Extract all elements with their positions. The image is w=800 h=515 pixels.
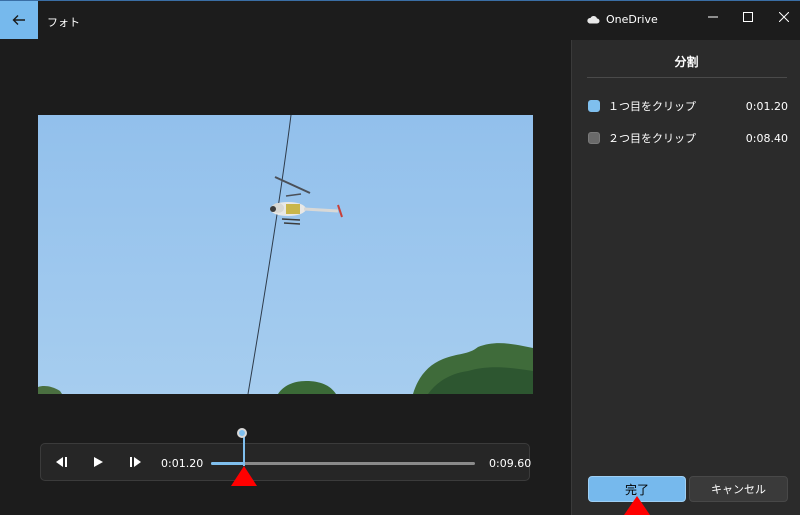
red-marker-icon bbox=[624, 496, 650, 515]
clip-row-2[interactable]: ２つ目をクリップ 0:08.40 bbox=[588, 129, 788, 147]
next-frame-button[interactable] bbox=[128, 455, 144, 469]
video-preview[interactable] bbox=[38, 115, 533, 394]
close-button[interactable] bbox=[774, 9, 794, 25]
previous-frame-icon bbox=[56, 457, 67, 467]
clip-1-checkbox[interactable] bbox=[588, 100, 600, 112]
minimize-icon bbox=[708, 16, 718, 18]
onedrive-status[interactable]: OneDrive bbox=[586, 13, 658, 26]
onedrive-label: OneDrive bbox=[606, 13, 658, 26]
previous-frame-button[interactable] bbox=[53, 455, 69, 469]
back-arrow-icon bbox=[12, 15, 25, 25]
current-time: 0:01.20 bbox=[161, 457, 204, 470]
clip-2-label: ２つ目をクリップ bbox=[608, 132, 696, 145]
app-title: フォト bbox=[47, 16, 80, 29]
minimize-button[interactable] bbox=[703, 9, 723, 25]
player-bar: 0:01.20 0:09.60 bbox=[40, 428, 532, 481]
clip-1-time: 0:01.20 bbox=[745, 99, 788, 113]
split-handle-knob[interactable] bbox=[237, 428, 247, 438]
play-icon bbox=[94, 457, 103, 467]
next-frame-icon bbox=[130, 457, 141, 467]
cancel-button[interactable]: キャンセル bbox=[689, 476, 788, 502]
maximize-icon bbox=[743, 12, 753, 22]
panel-title: 分割 bbox=[674, 55, 699, 69]
clip-2-checkbox[interactable] bbox=[588, 132, 600, 144]
seek-progress bbox=[211, 462, 244, 465]
clip-2-time: 0:08.40 bbox=[745, 131, 788, 145]
panel-divider bbox=[587, 77, 787, 78]
video-frame bbox=[38, 115, 533, 394]
title-bar: フォト OneDrive bbox=[0, 0, 800, 39]
close-icon bbox=[779, 12, 789, 22]
maximize-button[interactable] bbox=[738, 9, 758, 25]
seek-track[interactable] bbox=[211, 462, 475, 465]
clip-1-label: １つ目をクリップ bbox=[608, 100, 696, 113]
red-marker-icon bbox=[231, 466, 257, 486]
split-panel: 分割 １つ目をクリップ 0:01.20 ２つ目をクリップ 0:08.40 完了 … bbox=[571, 40, 800, 515]
clip-row-1[interactable]: １つ目をクリップ 0:01.20 bbox=[588, 97, 788, 115]
cloud-icon bbox=[587, 16, 600, 24]
back-button[interactable] bbox=[0, 1, 38, 39]
total-time: 0:09.60 bbox=[489, 457, 532, 470]
play-button[interactable] bbox=[90, 455, 106, 469]
